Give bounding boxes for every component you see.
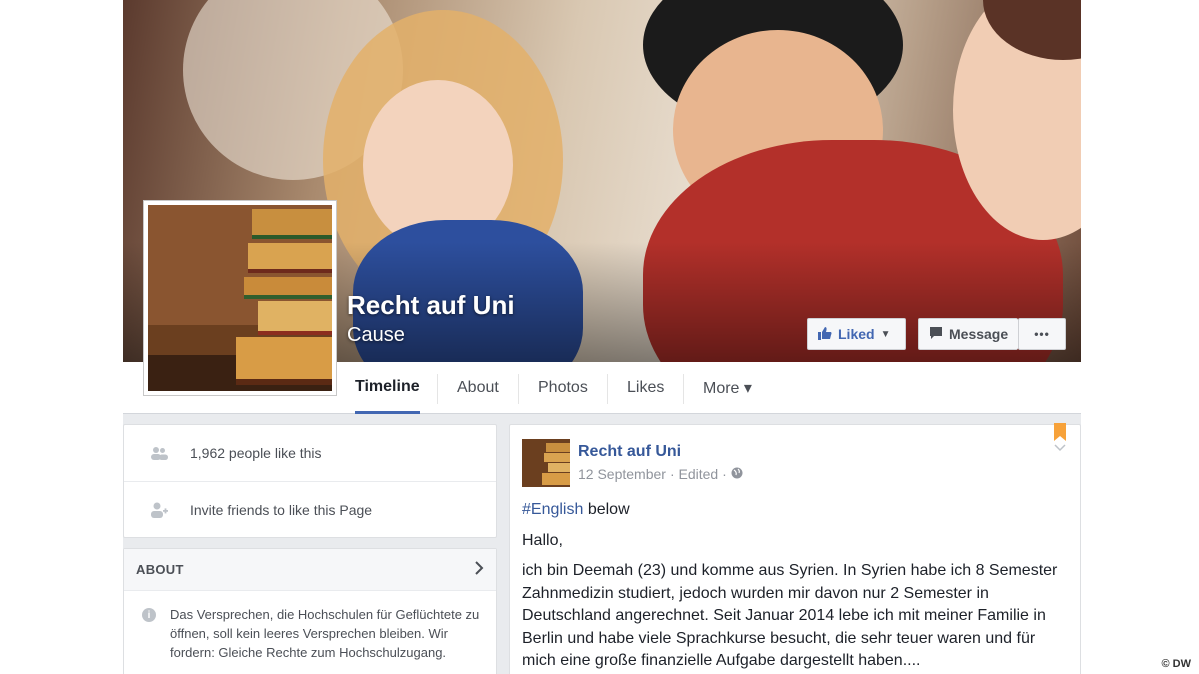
post-text: ich bin Deemah (23) und komme aus Syrien… [522, 562, 1058, 669]
post-intro-suffix: below [583, 501, 630, 518]
add-person-icon [148, 501, 170, 519]
facebook-page-frame: Recht auf Uni Cause Liked ▼ Message ••• [123, 0, 1081, 674]
tab-more[interactable]: More ▾ [703, 362, 752, 414]
hashtag-link[interactable]: #English [522, 501, 583, 518]
tab-divider [437, 374, 438, 404]
chevron-down-icon: ▼ [880, 328, 891, 340]
about-body: i Das Versprechen, die Hochschulen für G… [124, 591, 496, 674]
left-sidebar: 1,962 people like this Invite friends to… [123, 424, 497, 674]
likes-row[interactable]: 1,962 people like this [124, 425, 496, 481]
likes-count: 1,962 people like this [190, 445, 322, 461]
books-stack-image [148, 205, 332, 391]
people-icon [148, 444, 170, 462]
post-date[interactable]: 12 September [578, 466, 666, 482]
post-meta: 12 September · Edited · [578, 466, 743, 482]
post-author-name[interactable]: Recht auf Uni [578, 443, 681, 461]
about-card: ABOUT i Das Versprechen, die Hochschulen… [123, 548, 497, 674]
timeline-post: Recht auf Uni 12 September · Edited · #E… [509, 423, 1081, 674]
about-heading: ABOUT [136, 562, 184, 577]
chevron-right-icon [474, 561, 484, 578]
page-category[interactable]: Cause [347, 324, 405, 347]
ellipsis-icon: ••• [1034, 327, 1050, 341]
message-icon [929, 326, 943, 343]
tab-about[interactable]: About [457, 362, 499, 414]
post-author-avatar[interactable] [522, 439, 570, 487]
more-options-button[interactable]: ••• [1018, 318, 1066, 350]
liked-label: Liked [838, 326, 875, 342]
tab-timeline[interactable]: Timeline [355, 362, 420, 414]
likes-card: 1,962 people like this Invite friends to… [123, 424, 497, 538]
tab-divider [683, 374, 684, 404]
globe-icon [731, 466, 743, 482]
tab-photos[interactable]: Photos [538, 362, 588, 414]
info-icon: i [142, 608, 156, 622]
thumbs-up-icon [818, 326, 832, 343]
page-title[interactable]: Recht auf Uni [347, 290, 515, 321]
chevron-down-icon[interactable] [1054, 441, 1066, 455]
invite-text: Invite friends to like this Page [190, 501, 373, 518]
cover-actions: Liked ▼ Message ••• [807, 318, 1066, 350]
message-label: Message [949, 326, 1009, 342]
about-header[interactable]: ABOUT [124, 549, 496, 591]
tab-likes[interactable]: Likes [627, 362, 664, 414]
profile-picture[interactable] [143, 200, 337, 396]
watermark: © DW [1161, 658, 1192, 670]
liked-button[interactable]: Liked ▼ [807, 318, 906, 350]
post-edited[interactable]: · Edited · [670, 466, 727, 482]
tab-divider [518, 374, 519, 404]
about-text: Das Versprechen, die Hochschulen für Gef… [170, 607, 480, 660]
post-greeting: Hallo, [522, 531, 563, 549]
post-intro: #English below [522, 499, 1070, 522]
invite-row[interactable]: Invite friends to like this Page [124, 481, 496, 537]
message-button[interactable]: Message [918, 318, 1018, 350]
tab-divider [607, 374, 608, 404]
post-body: #English below Hallo, ich bin Deemah (23… [522, 499, 1070, 674]
message-group: Message ••• [918, 318, 1066, 350]
